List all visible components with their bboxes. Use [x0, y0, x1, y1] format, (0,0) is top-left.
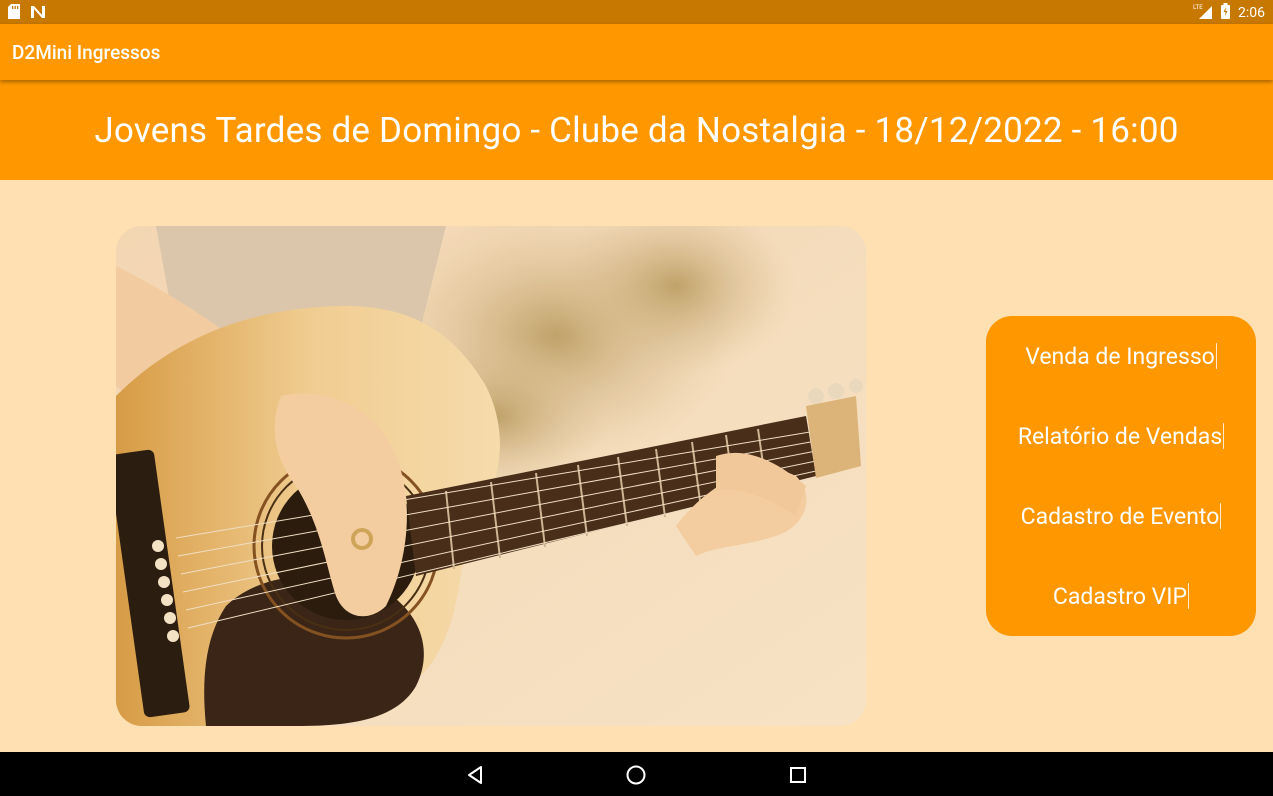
vip-register-button[interactable]: Cadastro VIP [986, 576, 1256, 616]
status-bar: LTE 2:06 [0, 0, 1273, 24]
app-title: D2Mini Ingressos [12, 41, 161, 64]
svg-text:LTE: LTE [1193, 4, 1203, 11]
sale-ticket-button[interactable]: Venda de Ingresso [986, 336, 1256, 376]
sale-ticket-label: Venda de Ingresso [1025, 342, 1215, 370]
text-caret [1188, 583, 1190, 609]
menu-card: Venda de Ingresso Relatório de Vendas Ca… [986, 316, 1256, 636]
back-icon[interactable] [464, 764, 486, 786]
text-caret [1223, 423, 1225, 449]
text-caret [1215, 343, 1217, 369]
navigation-bar [0, 752, 1273, 796]
battery-icon [1221, 3, 1230, 23]
app-bar: D2Mini Ingressos [0, 24, 1273, 80]
status-right-icons: LTE 2:06 [1193, 3, 1265, 23]
status-time: 2:06 [1238, 5, 1265, 21]
vip-register-label: Cadastro VIP [1052, 582, 1188, 610]
lte-signal-icon: LTE [1193, 3, 1213, 23]
event-banner: Jovens Tardes de Domingo - Clube da Nost… [0, 80, 1273, 180]
home-icon[interactable] [625, 764, 647, 786]
recents-icon[interactable] [787, 764, 809, 786]
n-notification-icon [30, 4, 46, 23]
event-register-button[interactable]: Cadastro de Evento [986, 496, 1256, 536]
event-title: Jovens Tardes de Domingo - Clube da Nost… [94, 109, 1179, 151]
sd-card-icon [8, 4, 20, 23]
sales-report-button[interactable]: Relatório de Vendas [986, 416, 1256, 456]
event-register-label: Cadastro de Evento [1020, 502, 1220, 530]
status-left-icons [8, 4, 46, 23]
event-photo [116, 226, 866, 726]
text-caret [1220, 503, 1222, 529]
sales-report-label: Relatório de Vendas [1017, 422, 1223, 450]
